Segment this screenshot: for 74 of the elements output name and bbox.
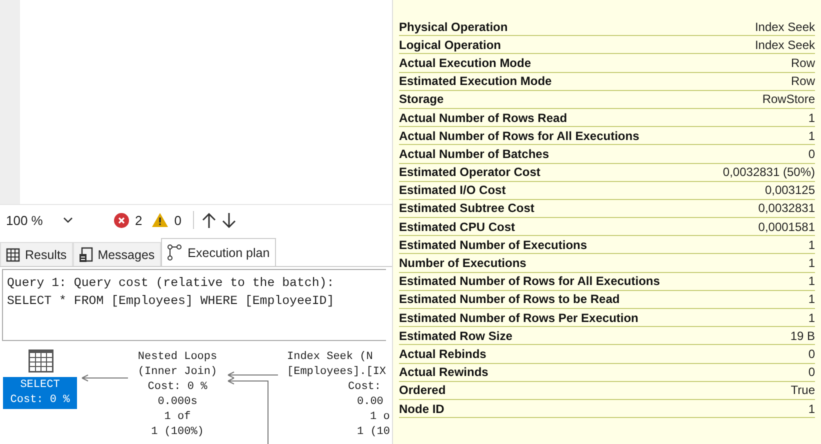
property-name: Estimated I/O Cost [399,183,506,198]
property-value: 0 [808,146,815,161]
table-grid-icon [28,349,54,373]
select-node[interactable]: SELECT Cost: 0 % [3,377,77,409]
operator-label: 0.00 [357,395,384,410]
property-name: Number of Executions [399,256,526,270]
operator-label: Cost: [348,380,382,395]
property-name: Estimated Number of Rows to be Read [399,292,620,306]
property-value: 1 [808,238,815,252]
property-name: Estimated Execution Mode [399,74,552,88]
property-value: 1 [808,274,815,288]
operator-label: [Employees].[IX [287,365,386,380]
operator-label: (Inner Join) [138,365,218,380]
property-value: RowStore [762,92,815,106]
property-value: 0,0032831 (50%) [722,165,815,180]
document-icon [78,246,93,262]
property-name: Estimated CPU Cost [399,220,516,234]
connector-arrow [82,374,128,382]
up-arrow-icon[interactable] [202,212,216,228]
error-icon [114,212,129,228]
property-value: Index Seek [754,38,815,52]
property-value: 1 [808,256,815,270]
property-name: Estimated Number of Rows Per Execution [399,310,638,325]
property-name: Estimated Number of Rows for All Executions [399,274,660,288]
property-value: Index Seek [754,20,815,34]
property-value: Row [790,74,815,88]
property-value: 1 [808,402,815,416]
property-value: 0,003125 [764,183,815,198]
property-name: Estimated Number of Executions [399,238,588,252]
operator-label: 1 (100%) [151,425,204,440]
panel-tab[interactable]: Results [0,242,73,266]
property-name: Actual Number of Rows Read [399,110,568,125]
operator-label: 0.000s [158,395,198,410]
property-value: 1 [808,128,815,143]
property-name: Logical Operation [399,38,502,52]
property-name: Estimated Subtree Cost [399,201,534,216]
property-name: Estimated Operator Cost [399,165,540,180]
query-line: SELECT * FROM [Employees] WHERE [EmployeeID] [7,293,336,310]
operator-label: Cost: 0 % [148,380,208,395]
property-name: Actual Rebinds [399,346,486,361]
operator-label: 1 of [164,410,191,425]
property-value: 0 [808,365,815,380]
property-name: Ordered [399,383,446,398]
property-name: Physical Operation [399,20,508,34]
operator-label: Index Seek (N [287,350,373,365]
panel-tab[interactable]: Execution plan [160,238,276,266]
chevron-down-icon [62,217,73,223]
operator-label: 1 (10 [357,425,390,440]
warning-count: 0 [174,212,182,228]
property-value: True [790,383,815,398]
property-value: 0,0001581 [758,220,815,234]
property-name: Actual Number of Rows for All Executions [399,128,640,143]
error-count: 2 [135,212,142,228]
down-arrow-icon[interactable] [222,212,236,228]
property-name: Storage [399,92,444,106]
property-name: Actual Execution Mode [399,56,532,70]
grid-icon [6,248,20,262]
warning-icon [152,213,168,227]
property-value: 19 B [790,328,815,343]
plan-icon [166,244,183,262]
property-value: 1 [808,110,815,125]
query-line: Query 1: Query cost (relative to the batch): [7,275,336,292]
property-value: 1 [808,292,815,306]
property-value: 0,0032831 [758,201,815,216]
property-name: Actual Rewinds [399,365,488,380]
property-value: 0 [808,346,815,361]
operator-label: Nested Loops [138,350,218,365]
property-value: Row [790,56,815,70]
property-name: Estimated Row Size [399,328,512,343]
property-name: Node ID [399,402,444,416]
property-name: Actual Number of Batches [399,146,550,161]
property-value: 1 [808,310,815,325]
operator-label: 1 o [370,410,390,425]
panel-tab[interactable]: Messages [72,242,161,266]
